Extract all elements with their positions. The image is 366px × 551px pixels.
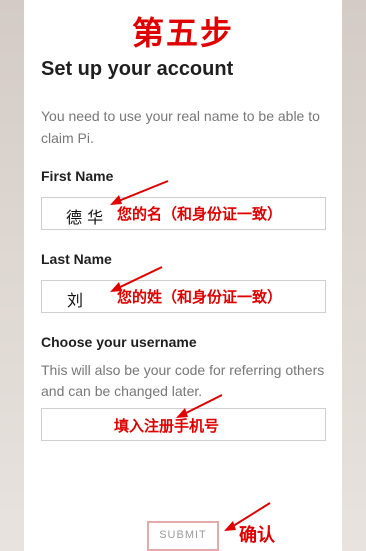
background-left xyxy=(0,0,26,551)
last-name-label: Last Name xyxy=(41,251,112,267)
first-name-value: 德 华 xyxy=(66,208,104,227)
page-title: Set up your account xyxy=(41,58,234,80)
first-name-arrow-icon xyxy=(110,180,169,205)
last-name-value: 刘 xyxy=(67,291,84,310)
submit-button[interactable]: SUBMIT xyxy=(147,521,219,551)
account-setup-panel xyxy=(24,0,342,551)
first-name-field[interactable]: 德 华 您的名（和身份证一致） xyxy=(41,197,326,230)
username-label: Choose your username xyxy=(41,334,197,350)
submit-annotation: 确认 xyxy=(239,525,275,546)
background-right xyxy=(340,0,366,551)
last-name-arrow-icon xyxy=(110,266,163,292)
intro-text: You need to use your real name to be abl… xyxy=(41,108,320,146)
username-arrow-icon xyxy=(176,394,223,418)
first-name-label: First Name xyxy=(41,168,114,184)
last-name-field[interactable]: 刘 您的姓（和身份证一致） xyxy=(41,280,326,313)
step-title-annotation: 第五步 xyxy=(131,14,234,52)
